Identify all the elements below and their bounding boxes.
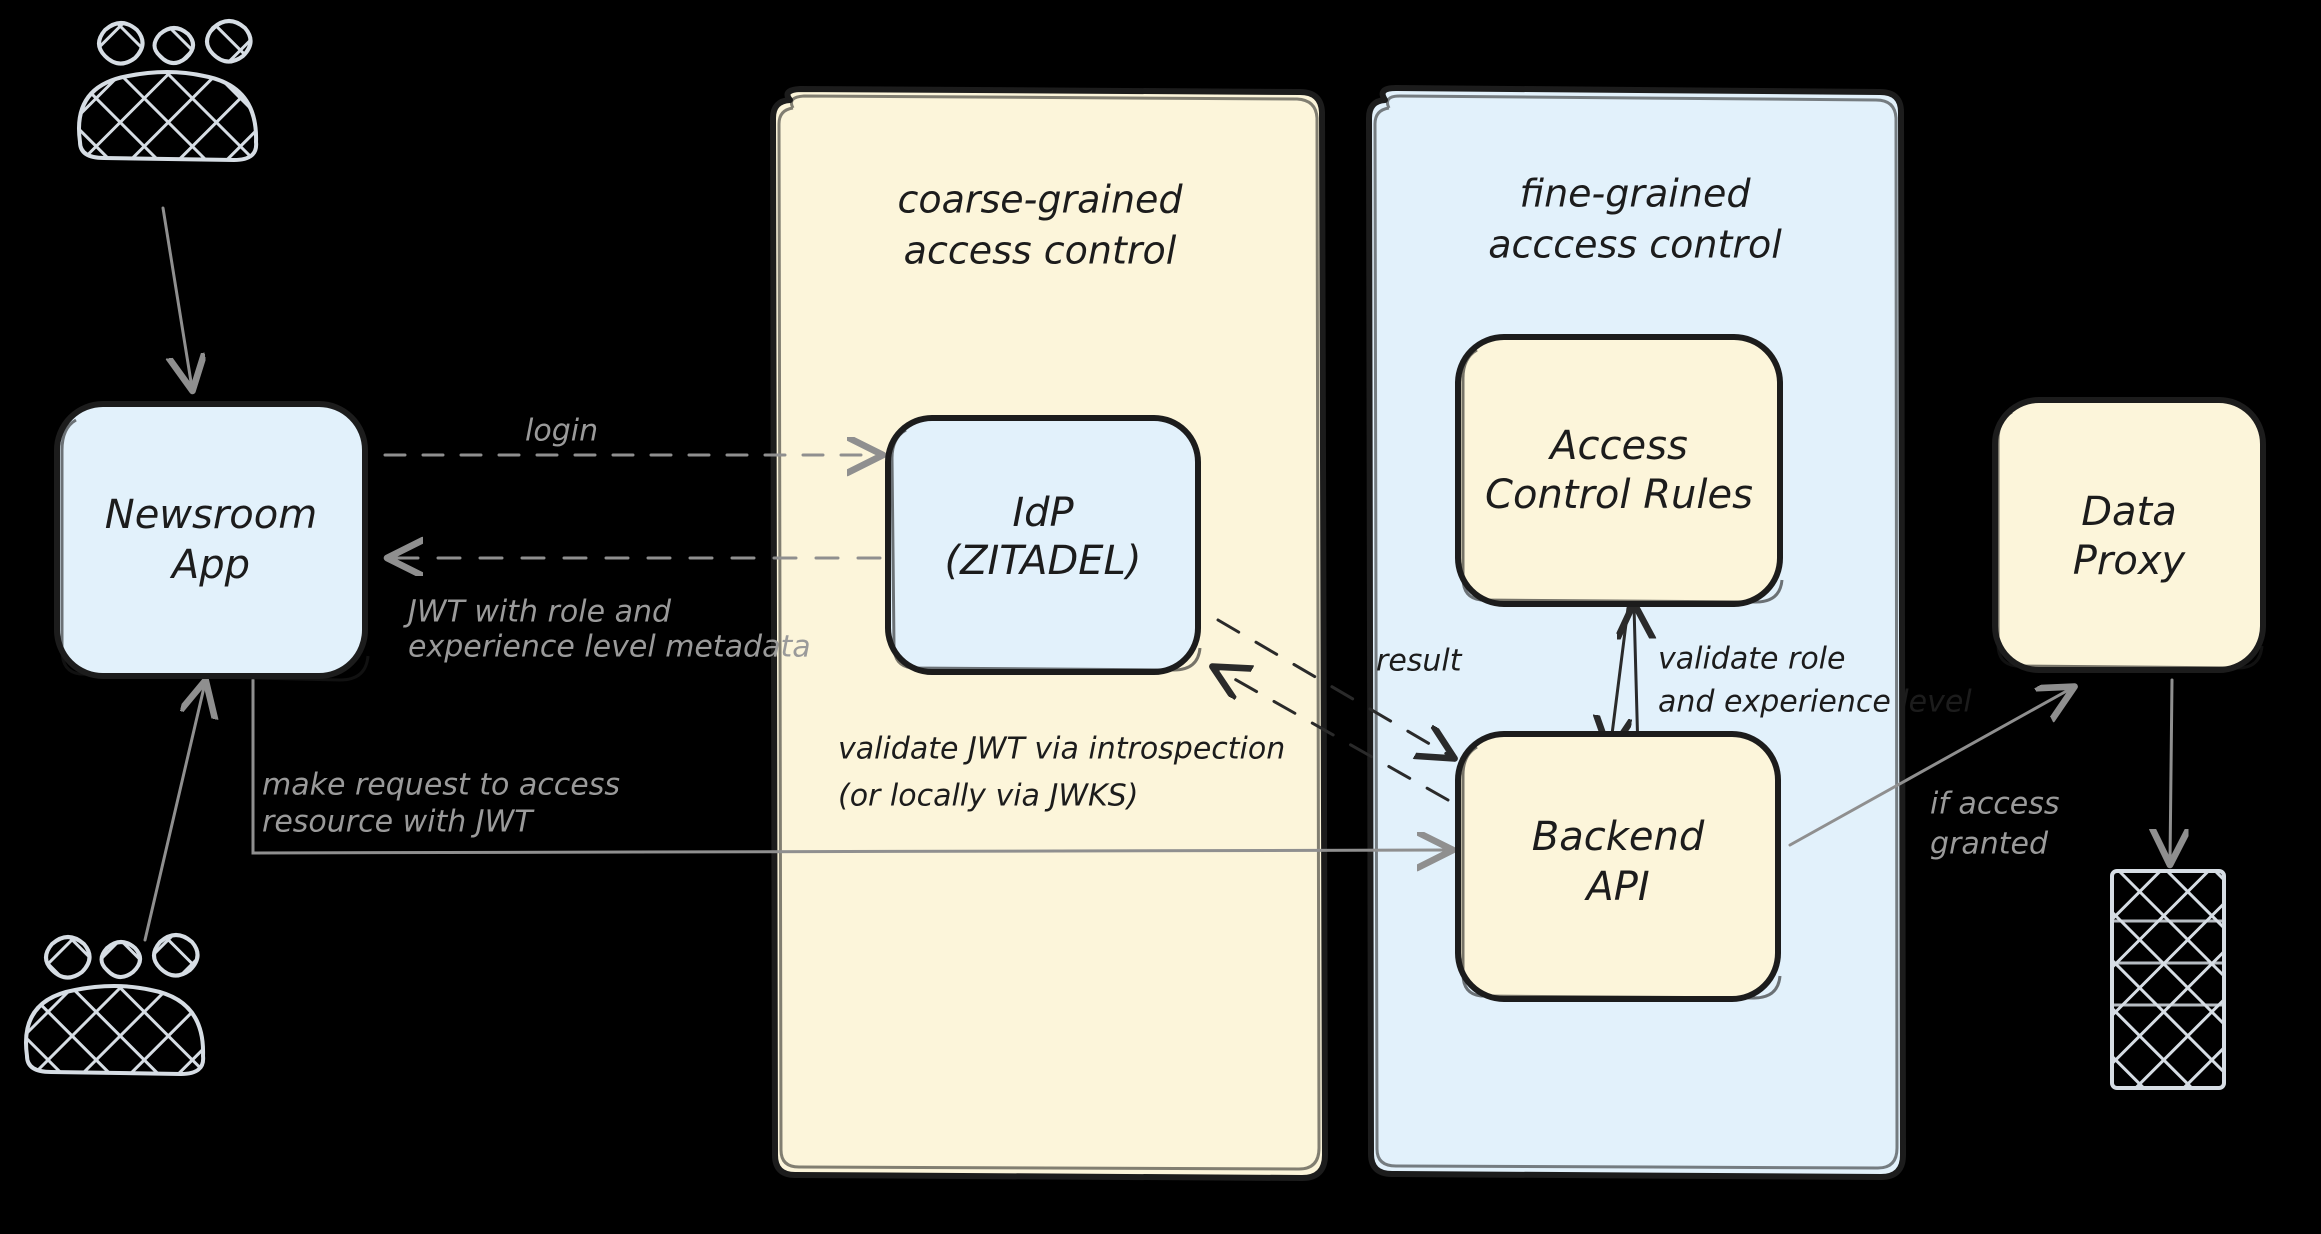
- newsroom-app-label-line1: Newsroom: [105, 492, 317, 538]
- access-control-rules-label-line1: Access: [1547, 423, 1688, 469]
- edge-jwt-metadata-label-line2: experience level metadata: [408, 630, 811, 665]
- edge-if-access-granted-label-line1: if access: [1930, 787, 2060, 822]
- edge-result-label: result: [1376, 644, 1463, 679]
- backend-api-label-line1: Backend: [1532, 814, 1705, 860]
- database-body: [2110, 869, 2226, 1090]
- edge-make-request-label-line2: resource with JWT: [262, 805, 535, 840]
- coarse-grained-label-line1: coarse-grained: [897, 178, 1183, 222]
- edge-login-label: login: [525, 414, 598, 449]
- edge-proxy-to-database: [2170, 678, 2172, 862]
- users-heads-bottom-left: [44, 933, 200, 980]
- node-newsroom-app[interactable]: Newsroom App: [54, 401, 370, 682]
- edge-validate-jwt-label-line2: (or locally via JWKS): [838, 779, 1138, 814]
- diagram-svg: coarse-grained access control fine-grain…: [24, 19, 2266, 1181]
- newsroom-app-box[interactable]: [54, 401, 368, 679]
- users-body-top-left: [77, 70, 259, 163]
- backend-api-label-line2: API: [1583, 864, 1649, 910]
- users-body-bottom-left: [24, 984, 206, 1077]
- node-data-proxy[interactable]: Data Proxy: [1992, 397, 2266, 673]
- newsroom-app-label-line2: App: [169, 542, 250, 588]
- access-control-rules-label-line2: Control Rules: [1485, 472, 1753, 518]
- users-group-icon-2: [24, 933, 206, 1077]
- access-control-rules-box[interactable]: [1455, 334, 1783, 607]
- fine-grained-label-line1: fine-grained: [1520, 172, 1752, 216]
- edge-validate-role-label-line1: validate role: [1658, 642, 1845, 677]
- edge-users-to-newsroom: [161, 206, 192, 388]
- users-heads-top-left: [97, 19, 253, 66]
- coarse-grained-label-line2: access control: [904, 229, 1177, 273]
- users-group-icon: [77, 19, 259, 163]
- edge-jwt-metadata-label-line1: JWT with role and: [403, 595, 672, 630]
- edge-users-bottom-to-newsroom: [143, 683, 205, 942]
- idp-label-line1: IdP: [1012, 490, 1074, 536]
- node-backend-api[interactable]: Backend API: [1455, 731, 1782, 1002]
- database-icon: [2110, 869, 2226, 1090]
- data-proxy-box[interactable]: [1992, 397, 2266, 673]
- fine-grained-label-line2: acccess control: [1488, 223, 1782, 267]
- edge-if-access-granted-label-line2: granted: [1930, 827, 2049, 862]
- data-proxy-label-line1: Data: [2081, 489, 2177, 535]
- edge-proxy-to-database-line: [2170, 678, 2172, 862]
- edge-validate-jwt-label-line1: validate JWT via introspection: [838, 732, 1285, 767]
- diagram-canvas: coarse-grained access control fine-grain…: [0, 0, 2321, 1234]
- edge-make-request-label-line1: make request to access: [262, 768, 620, 803]
- idp-label-line2: (ZITADEL): [945, 538, 1142, 584]
- edge-validate-role-label-line2: and experience level: [1658, 685, 1972, 720]
- data-proxy-label-line2: Proxy: [2073, 538, 2187, 584]
- node-idp[interactable]: IdP (ZITADEL): [885, 415, 1202, 675]
- node-access-control-rules[interactable]: Access Control Rules: [1455, 334, 1784, 607]
